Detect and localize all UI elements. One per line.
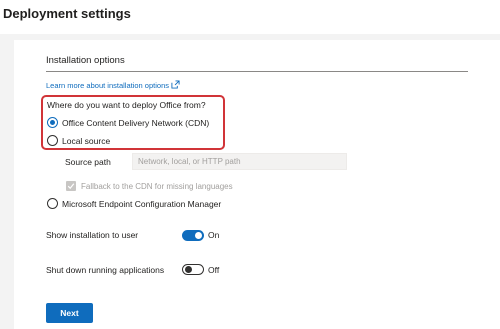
fallback-label: Fallback to the CDN for missing language… bbox=[81, 181, 233, 191]
shut-down-apps-label: Shut down running applications bbox=[46, 265, 165, 275]
radio-button-endpoint-manager[interactable] bbox=[47, 198, 58, 209]
radio-label-endpoint-manager: Microsoft Endpoint Configuration Manager bbox=[62, 198, 222, 209]
section-divider bbox=[46, 71, 468, 72]
toggle-knob bbox=[185, 266, 192, 273]
learn-more-link[interactable]: Learn more about installation options bbox=[46, 80, 180, 90]
shut-down-apps-toggle[interactable] bbox=[182, 264, 204, 275]
deployment-settings-card: Installation options Learn more about in… bbox=[14, 40, 500, 329]
deploy-source-question: Where do you want to deploy Office from? bbox=[47, 100, 206, 110]
section-title: Installation options bbox=[46, 55, 125, 66]
next-button[interactable]: Next bbox=[46, 303, 93, 323]
toggle-knob bbox=[195, 232, 202, 239]
radio-label-local-source: Local source bbox=[62, 135, 111, 146]
shut-down-apps-state: Off bbox=[208, 265, 220, 275]
radio-option-cdn[interactable]: Office Content Delivery Network (CDN) bbox=[47, 117, 209, 128]
radio-button-cdn[interactable] bbox=[47, 117, 58, 128]
show-installation-toggle[interactable] bbox=[182, 230, 204, 241]
radio-button-local-source[interactable] bbox=[47, 135, 58, 146]
learn-more-label: Learn more about installation options bbox=[46, 81, 169, 90]
show-installation-label: Show installation to user bbox=[46, 230, 139, 240]
source-path-input[interactable] bbox=[132, 153, 347, 170]
external-link-icon bbox=[171, 80, 180, 89]
fallback-checkbox[interactable] bbox=[66, 181, 76, 191]
radio-label-cdn: Office Content Delivery Network (CDN) bbox=[62, 117, 210, 128]
header-bar: Deployment settings bbox=[0, 0, 500, 34]
radio-option-local-source[interactable]: Local source bbox=[47, 135, 110, 146]
radio-option-endpoint-manager[interactable]: Microsoft Endpoint Configuration Manager bbox=[47, 198, 221, 209]
show-installation-state: On bbox=[208, 230, 220, 240]
checkmark-icon bbox=[67, 183, 75, 190]
fallback-checkbox-row[interactable]: Fallback to the CDN for missing language… bbox=[66, 181, 233, 191]
source-path-label: Source path bbox=[65, 157, 111, 167]
page-title: Deployment settings bbox=[3, 6, 131, 21]
